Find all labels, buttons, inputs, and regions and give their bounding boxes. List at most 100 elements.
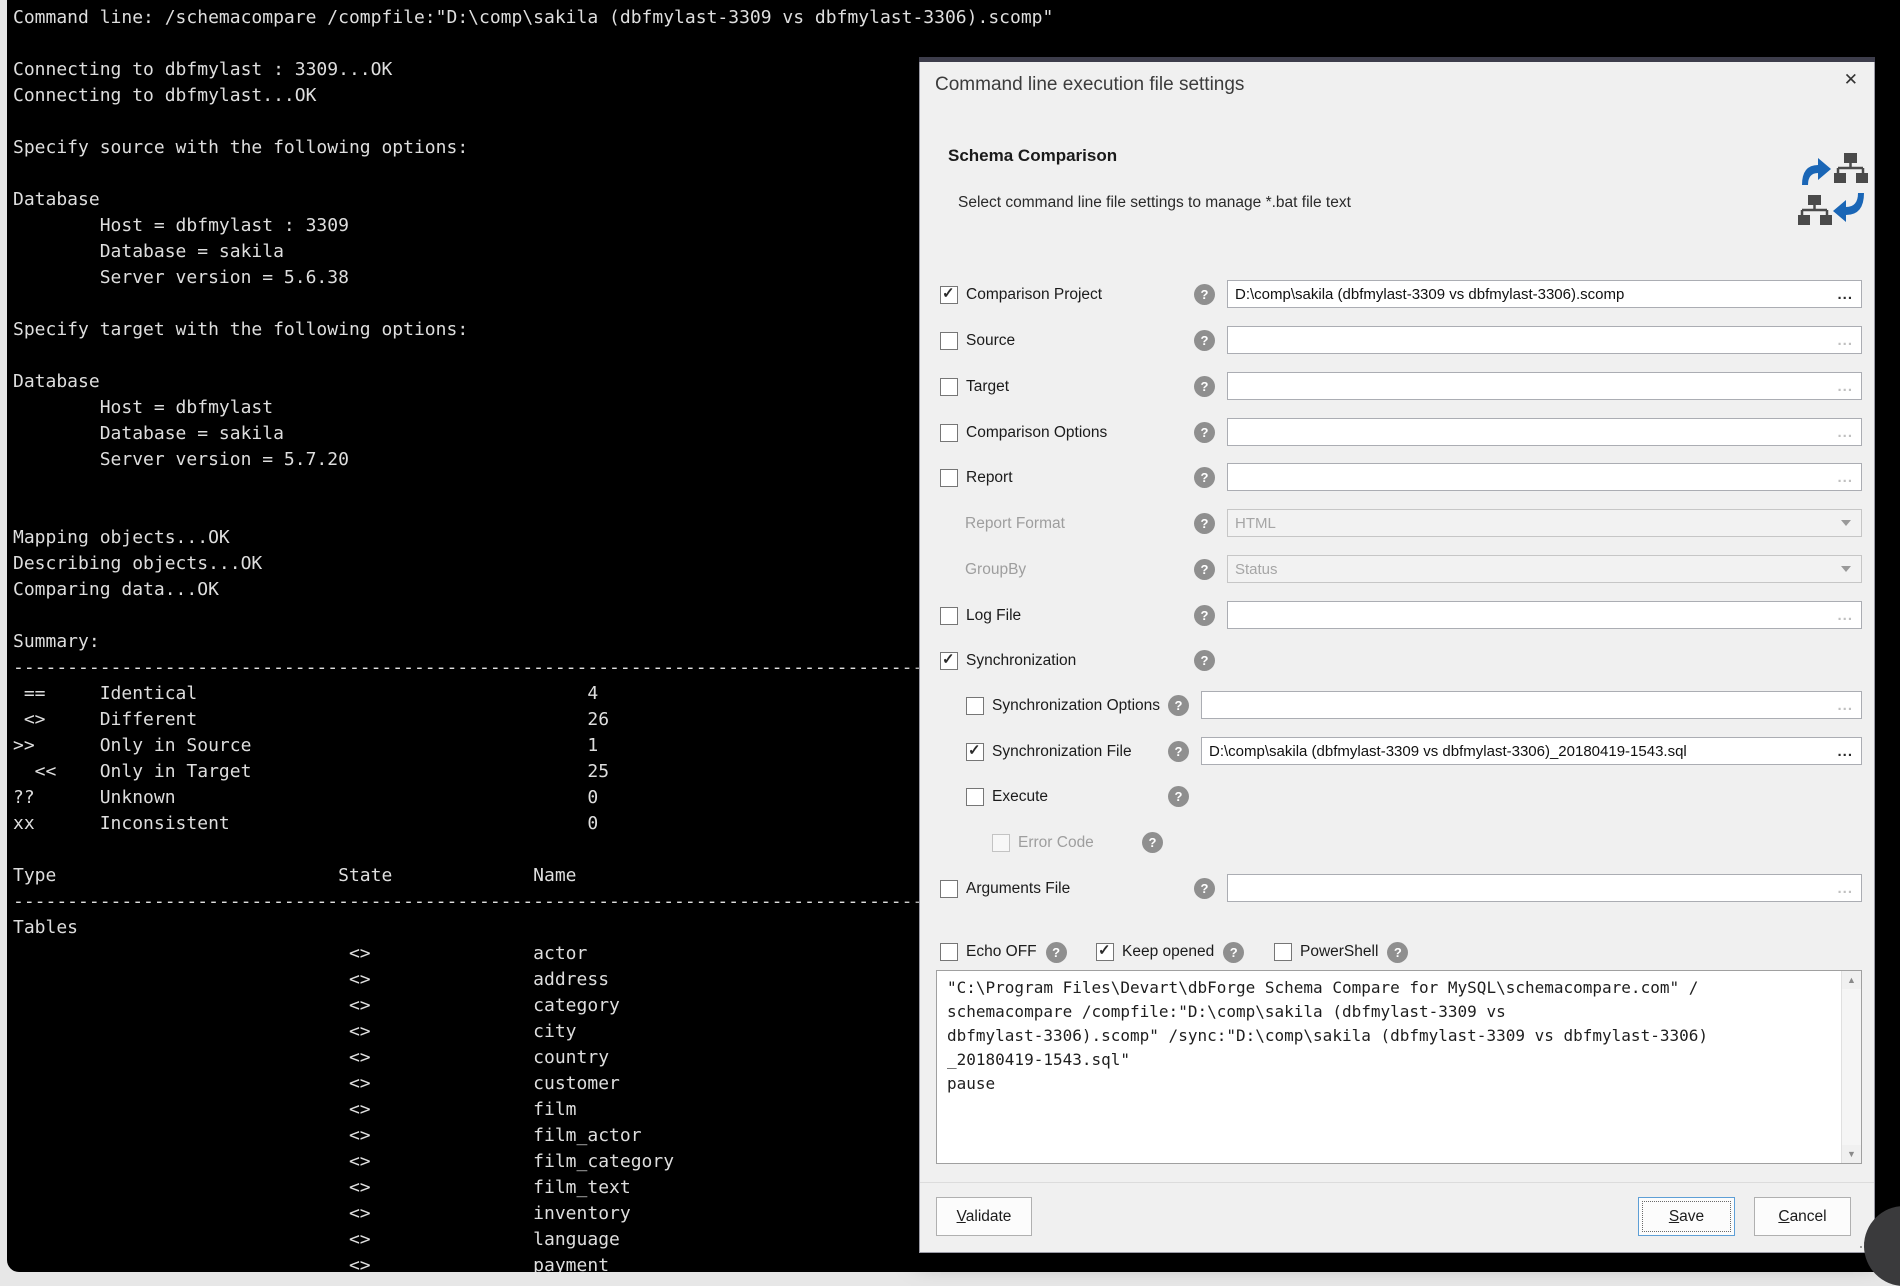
browse-button[interactable]: ... xyxy=(1829,697,1861,714)
browse-button[interactable]: ... xyxy=(1829,332,1861,349)
source-input[interactable]: ... xyxy=(1227,326,1862,354)
comparison-options-checkbox[interactable] xyxy=(940,424,958,442)
help-icon[interactable]: ? xyxy=(1194,650,1215,671)
keep-opened-checkbox[interactable] xyxy=(1096,943,1114,961)
powershell-checkbox[interactable] xyxy=(1274,943,1292,961)
report-input[interactable]: ... xyxy=(1227,463,1862,491)
help-icon[interactable]: ? xyxy=(1194,559,1215,580)
browse-button[interactable]: ... xyxy=(1829,743,1861,760)
powershell-option: PowerShell ? xyxy=(1274,937,1408,967)
dialog-title: Command line execution file settings xyxy=(935,74,1244,96)
synchronization-file-checkbox[interactable] xyxy=(966,743,984,761)
help-icon[interactable]: ? xyxy=(1046,942,1067,963)
help-icon[interactable]: ? xyxy=(1223,942,1244,963)
row-comparison-options: Comparison Options ? ... xyxy=(940,418,1862,448)
help-icon[interactable]: ? xyxy=(1194,605,1215,626)
help-icon[interactable]: ? xyxy=(1194,878,1215,899)
help-icon[interactable]: ? xyxy=(1168,786,1189,807)
row-synchronization-file: Synchronization File ? D:\comp\sakila (d… xyxy=(940,737,1862,767)
schema-comparison-heading: Schema Comparison xyxy=(948,146,1117,166)
scroll-up-icon[interactable]: ▲ xyxy=(1842,971,1861,989)
log-file-checkbox[interactable] xyxy=(940,607,958,625)
browse-button[interactable]: ... xyxy=(1829,607,1861,624)
help-icon[interactable]: ? xyxy=(1142,832,1163,853)
synchronization-label: Synchronization xyxy=(966,652,1076,670)
row-execute: Execute ? xyxy=(940,782,1862,812)
validate-button[interactable]: Validate xyxy=(936,1197,1032,1236)
schema-compare-icon xyxy=(1798,153,1868,232)
help-icon[interactable]: ? xyxy=(1194,284,1215,305)
execute-label: Execute xyxy=(992,788,1048,806)
footer-divider xyxy=(920,1182,1874,1183)
comparison-options-input[interactable]: ... xyxy=(1227,418,1862,446)
groupby-label: GroupBy xyxy=(965,561,1026,579)
browse-button[interactable]: ... xyxy=(1829,286,1861,303)
dialog-subtitle: Select command line file settings to man… xyxy=(958,194,1351,212)
report-label: Report xyxy=(966,469,1013,487)
bat-text-area[interactable]: "C:\Program Files\Devart\dbForge Schema … xyxy=(936,970,1862,1164)
source-checkbox[interactable] xyxy=(940,332,958,350)
arguments-file-input[interactable]: ... xyxy=(1227,874,1862,902)
row-synchronization-options: Synchronization Options ? ... xyxy=(940,691,1862,721)
target-input[interactable]: ... xyxy=(1227,372,1862,400)
echo-off-label: Echo OFF xyxy=(966,943,1037,961)
close-icon[interactable]: ✕ xyxy=(1844,70,1858,90)
help-icon[interactable]: ? xyxy=(1194,330,1215,351)
scrollbar[interactable]: ▲ ▼ xyxy=(1841,971,1861,1163)
comparison-project-checkbox[interactable] xyxy=(940,286,958,304)
arguments-file-checkbox[interactable] xyxy=(940,880,958,898)
help-icon[interactable]: ? xyxy=(1194,376,1215,397)
command-line-settings-dialog: Command line execution file settings ✕ S… xyxy=(919,57,1875,1253)
synchronization-options-checkbox[interactable] xyxy=(966,697,984,715)
chevron-down-icon xyxy=(1841,520,1851,526)
keep-opened-label: Keep opened xyxy=(1122,943,1214,961)
error-code-label: Error Code xyxy=(1018,834,1094,852)
save-button[interactable]: Save xyxy=(1638,1197,1735,1236)
row-report-format: Report Format ? HTML xyxy=(940,509,1862,539)
row-groupby: GroupBy ? Status xyxy=(940,555,1862,585)
synchronization-options-input[interactable]: ... xyxy=(1201,691,1862,719)
scroll-down-icon[interactable]: ▼ xyxy=(1842,1145,1861,1163)
synchronization-checkbox[interactable] xyxy=(940,652,958,670)
browse-button[interactable]: ... xyxy=(1829,424,1861,441)
help-icon[interactable]: ? xyxy=(1194,467,1215,488)
execute-checkbox[interactable] xyxy=(966,788,984,806)
source-label: Source xyxy=(966,332,1015,350)
comparison-project-label: Comparison Project xyxy=(966,286,1102,304)
help-icon[interactable]: ? xyxy=(1168,741,1189,762)
row-comparison-project: Comparison Project ? D:\comp\sakila (dbf… xyxy=(940,280,1862,310)
row-synchronization: Synchronization ? xyxy=(940,646,1862,676)
comparison-project-value: D:\comp\sakila (dbfmylast-3309 vs dbfmyl… xyxy=(1228,286,1829,303)
log-file-input[interactable]: ... xyxy=(1227,601,1862,629)
error-code-checkbox xyxy=(992,834,1010,852)
row-target: Target ? ... xyxy=(940,372,1862,402)
row-arguments-file: Arguments File ? ... xyxy=(940,874,1862,904)
browse-button[interactable]: ... xyxy=(1829,469,1861,486)
row-log-file: Log File ? ... xyxy=(940,601,1862,631)
echo-off-checkbox[interactable] xyxy=(940,943,958,961)
report-format-dropdown: HTML xyxy=(1227,509,1862,537)
synchronization-file-label: Synchronization File xyxy=(992,743,1132,761)
cancel-button[interactable]: Cancel xyxy=(1754,1197,1851,1236)
report-checkbox[interactable] xyxy=(940,469,958,487)
arguments-file-label: Arguments File xyxy=(966,880,1070,898)
target-label: Target xyxy=(966,378,1009,396)
help-icon[interactable]: ? xyxy=(1168,695,1189,716)
row-report: Report ? ... xyxy=(940,463,1862,493)
echo-off-option: Echo OFF ? xyxy=(940,937,1067,967)
target-checkbox[interactable] xyxy=(940,378,958,396)
chevron-down-icon xyxy=(1841,566,1851,572)
comparison-project-input[interactable]: D:\comp\sakila (dbfmylast-3309 vs dbfmyl… xyxy=(1227,280,1862,308)
dialog-top-border xyxy=(919,57,1875,62)
log-file-label: Log File xyxy=(966,607,1021,625)
row-error-code: Error Code ? xyxy=(940,828,1862,858)
help-icon[interactable]: ? xyxy=(1387,942,1408,963)
help-icon[interactable]: ? xyxy=(1194,422,1215,443)
help-icon[interactable]: ? xyxy=(1194,513,1215,534)
bat-text-content: "C:\Program Files\Devart\dbForge Schema … xyxy=(937,971,1861,1096)
powershell-label: PowerShell xyxy=(1300,943,1378,961)
synchronization-file-input[interactable]: D:\comp\sakila (dbfmylast-3309 vs dbfmyl… xyxy=(1201,737,1862,765)
comparison-options-label: Comparison Options xyxy=(966,424,1107,442)
browse-button[interactable]: ... xyxy=(1829,378,1861,395)
browse-button[interactable]: ... xyxy=(1829,880,1861,897)
